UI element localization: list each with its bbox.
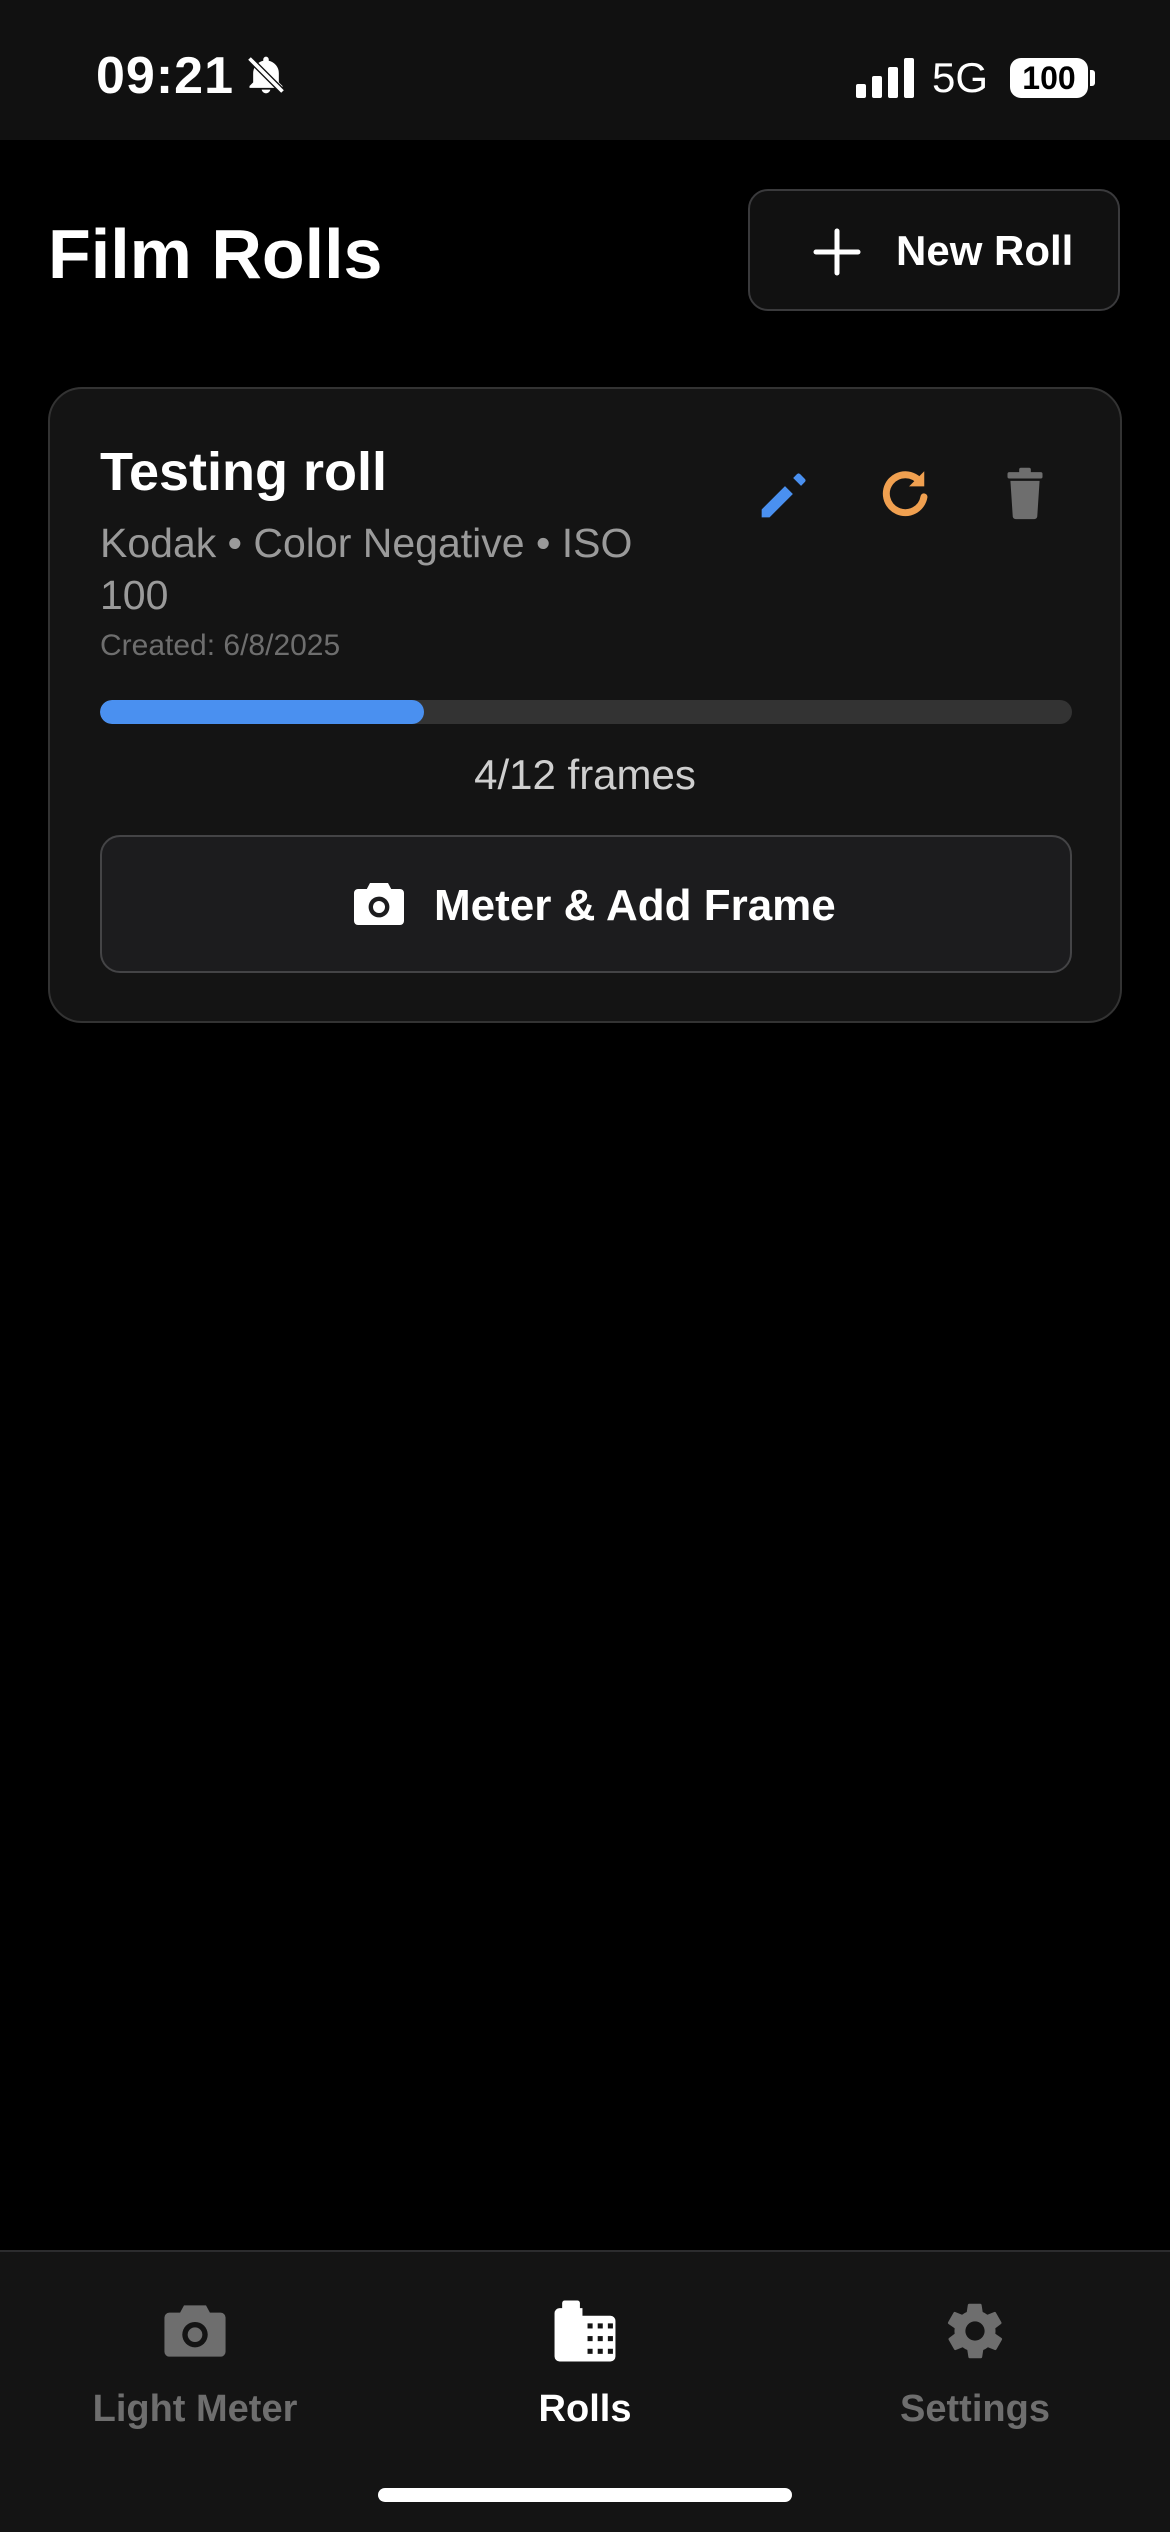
roll-details: Kodak • Color Negative • ISO 100 [100,520,633,618]
frames-progress-bar [100,700,1072,724]
battery-nub [1090,70,1095,86]
signal-icon [856,58,914,98]
camera-icon [354,883,404,925]
delete-roll-button[interactable] [990,459,1060,529]
battery-level: 100 [1022,60,1076,96]
tab-rolls[interactable]: Rolls [390,2252,780,2452]
new-roll-button[interactable]: New Roll [748,189,1120,311]
plus-icon [813,228,861,276]
trash-icon [1007,467,1043,520]
page-title: Film Rolls [48,215,383,293]
roll-name: Testing roll [100,442,388,502]
network-label: 5G [932,54,989,101]
meter-add-frame-button[interactable]: Meter & Add Frame [100,835,1072,973]
pencil-icon [761,473,806,518]
refresh-icon [882,471,928,517]
home-indicator [378,2488,792,2502]
edit-roll-button[interactable] [750,459,820,529]
battery-icon: 100 [1010,58,1088,98]
status-bar: 09:21 5G 100 [0,0,1170,140]
camera-icon [164,2305,226,2357]
bell-slash-icon [247,56,285,94]
roll-card[interactable]: Testing roll Kodak • Color Negative • IS… [48,387,1122,1023]
meter-add-frame-label: Meter & Add Frame [434,881,836,930]
gear-icon [947,2303,1003,2359]
tab-settings-label: Settings [900,2388,1050,2430]
tab-settings[interactable]: Settings [780,2252,1170,2452]
new-roll-label: New Roll [896,227,1074,274]
tab-light-meter-label: Light Meter [92,2388,298,2430]
tab-rolls-label: Rolls [538,2388,632,2430]
tab-light-meter[interactable]: Light Meter [0,2252,390,2452]
reset-roll-button[interactable] [870,459,940,529]
frames-count: 4/12 frames [474,751,696,798]
roll-created-date: Created: 6/8/2025 [100,629,341,662]
status-time: 09:21 [96,47,234,105]
film-icon [554,2300,616,2362]
frames-progress-fill [100,700,424,724]
